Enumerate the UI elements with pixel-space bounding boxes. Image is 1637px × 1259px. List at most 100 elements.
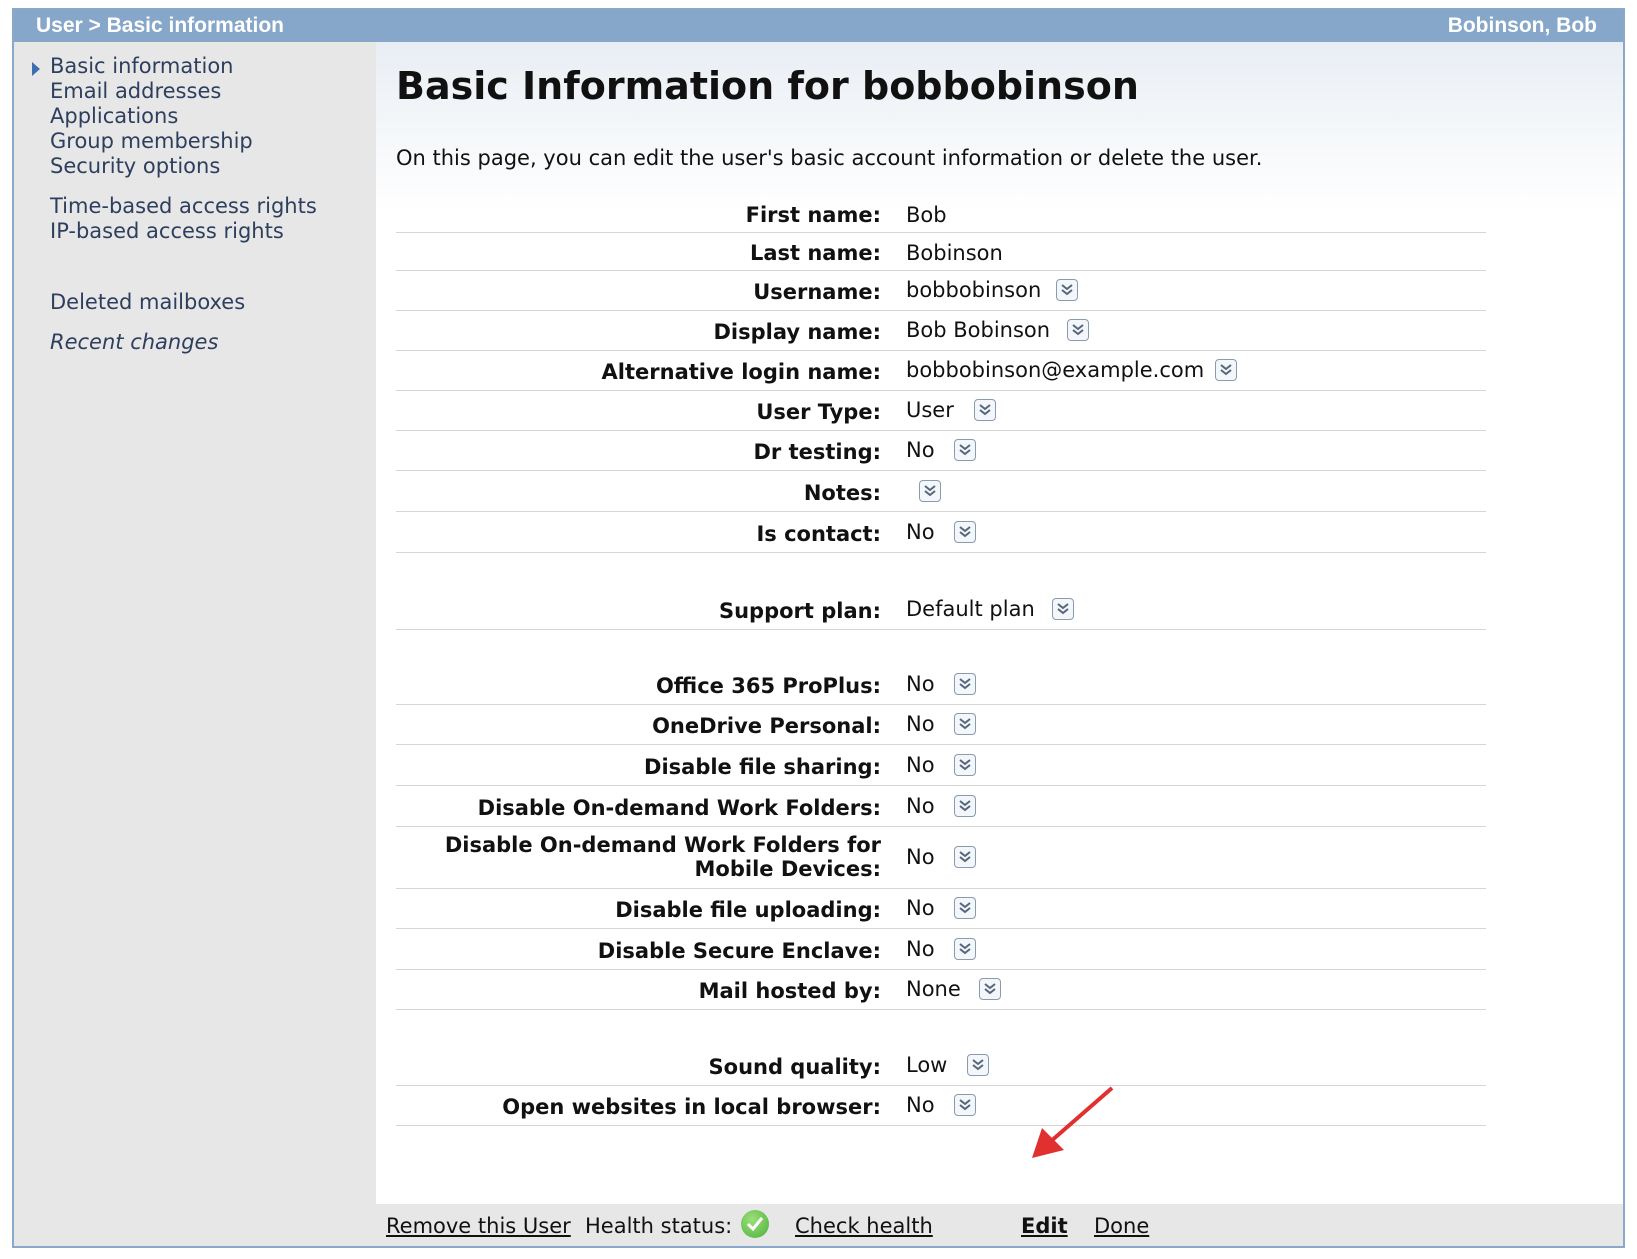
field-value: Bobinson: [906, 241, 1003, 265]
remove-user-link[interactable]: Remove this User: [386, 1214, 571, 1238]
chevron-down-icon[interactable]: [1056, 279, 1078, 301]
field-row-last-name: Last name: Bobinson: [396, 232, 1486, 271]
field-label: Alternative login name:: [601, 360, 881, 384]
field-label: Open websites in local browser:: [502, 1095, 881, 1119]
field-row-username: Username: bobbobinson: [396, 270, 1486, 311]
sidebar: Basic information Email addresses Applic…: [14, 42, 376, 1246]
field-row-open-websites-local: Open websites in local browser: No: [396, 1085, 1486, 1126]
chevron-down-icon[interactable]: [954, 1094, 976, 1116]
field-row-mail-hosted-by: Mail hosted by: None: [396, 969, 1486, 1010]
field-row-support-plan: Support plan: Default plan: [396, 552, 1486, 630]
sidebar-item-basic-information[interactable]: Basic information: [50, 54, 233, 78]
chevron-down-icon[interactable]: [979, 978, 1001, 1000]
field-value: User: [906, 398, 954, 422]
field-label: User Type:: [756, 400, 881, 424]
field-label: Sound quality:: [708, 1055, 881, 1079]
chevron-down-icon[interactable]: [954, 673, 976, 695]
field-row-display-name: Display name: Bob Bobinson: [396, 310, 1486, 351]
field-value: Bob: [906, 203, 947, 227]
health-status-label: Health status:: [585, 1214, 733, 1238]
chevron-down-icon[interactable]: [967, 1054, 989, 1076]
field-label: Dr testing:: [753, 440, 882, 464]
chevron-down-icon[interactable]: [954, 439, 976, 461]
field-value: No: [906, 1093, 935, 1117]
chevron-down-icon[interactable]: [974, 399, 996, 421]
field-row-notes: Notes:: [396, 470, 1486, 512]
field-value: No: [906, 712, 935, 736]
field-value: No: [906, 896, 935, 920]
done-link[interactable]: Done: [1094, 1214, 1149, 1238]
chevron-down-icon[interactable]: [1052, 598, 1074, 620]
breadcrumb: User > Basic information: [36, 14, 284, 37]
title-bar: User > Basic information Bobinson, Bob: [14, 10, 1623, 42]
field-row-office-365-proplus: Office 365 ProPlus: No: [396, 629, 1486, 705]
chevron-down-icon[interactable]: [954, 846, 976, 868]
field-label: Disable Secure Enclave:: [597, 939, 881, 963]
action-bar: Remove this User Health status: Check he…: [376, 1204, 1623, 1246]
chevron-down-icon[interactable]: [954, 795, 976, 817]
page-title: Basic Information for bobbobinson: [396, 64, 1139, 108]
field-label: Notes:: [803, 481, 881, 505]
field-label: Disable On-demand Work Folders:: [477, 796, 881, 820]
field-row-disable-work-folders-mobile: Disable On-demand Work Folders for Mobil…: [396, 826, 1486, 889]
sidebar-item-recent-changes[interactable]: Recent changes: [50, 330, 218, 354]
field-label: Is contact:: [756, 522, 881, 546]
chevron-down-icon[interactable]: [1067, 319, 1089, 341]
field-value: None: [906, 977, 961, 1001]
chevron-down-icon[interactable]: [954, 713, 976, 735]
field-label: Display name:: [713, 320, 881, 344]
field-row-disable-work-folders: Disable On-demand Work Folders: No: [396, 785, 1486, 827]
field-label: Disable file sharing:: [644, 755, 881, 779]
chevron-down-icon[interactable]: [954, 754, 976, 776]
field-label: Disable file uploading:: [615, 898, 881, 922]
field-label: Office 365 ProPlus:: [655, 674, 881, 698]
field-value: No: [906, 438, 935, 462]
chevron-down-icon[interactable]: [954, 938, 976, 960]
field-label: Username:: [753, 280, 881, 304]
field-value: bobbobinson@example.com: [906, 358, 1205, 382]
sidebar-item-email-addresses[interactable]: Email addresses: [50, 79, 221, 103]
chevron-down-icon[interactable]: [919, 480, 941, 502]
field-row-is-contact: Is contact: No: [396, 511, 1486, 553]
field-row-sound-quality: Sound quality: Low: [396, 1009, 1486, 1086]
field-value: No: [906, 937, 935, 961]
field-value: No: [906, 520, 935, 544]
annotation-arrow-icon: [1032, 1086, 1114, 1158]
field-value: No: [906, 794, 935, 818]
triangle-right-icon: [32, 62, 40, 76]
field-value: Default plan: [906, 597, 1035, 621]
field-row-first-name: First name: Bob: [396, 194, 1486, 233]
field-label: Disable On-demand Work Folders for Mobil…: [444, 833, 881, 881]
sidebar-item-deleted-mailboxes[interactable]: Deleted mailboxes: [50, 290, 245, 314]
current-user-name: Bobinson, Bob: [1447, 14, 1597, 37]
field-row-dr-testing: Dr testing: No: [396, 430, 1486, 471]
check-health-link[interactable]: Check health: [795, 1214, 933, 1238]
field-label: OneDrive Personal:: [652, 714, 881, 738]
chevron-down-icon[interactable]: [954, 897, 976, 919]
field-row-disable-secure-enclave: Disable Secure Enclave: No: [396, 928, 1486, 970]
field-value: No: [906, 845, 935, 869]
sidebar-item-ip-based-access[interactable]: IP-based access rights: [50, 219, 284, 243]
field-label: First name:: [745, 203, 881, 227]
main-content: Basic Information for bobbobinson On thi…: [376, 42, 1623, 1204]
field-row-alternative-login-name: Alternative login name: bobbobinson@exam…: [396, 350, 1486, 391]
app-window: User > Basic information Bobinson, Bob B…: [12, 8, 1625, 1248]
page-description: On this page, you can edit the user's ba…: [396, 146, 1263, 170]
field-label: Last name:: [749, 241, 881, 265]
sidebar-item-applications[interactable]: Applications: [50, 104, 178, 128]
field-value: Bob Bobinson: [906, 318, 1051, 342]
field-row-user-type: User Type: User: [396, 390, 1486, 431]
field-label: Mail hosted by:: [698, 979, 881, 1003]
field-value: No: [906, 672, 935, 696]
chevron-down-icon[interactable]: [954, 521, 976, 543]
edit-link[interactable]: Edit: [1021, 1214, 1068, 1238]
field-label: Support plan:: [718, 599, 881, 623]
chevron-down-icon[interactable]: [1215, 359, 1237, 381]
sidebar-item-group-membership[interactable]: Group membership: [50, 129, 253, 153]
field-row-onedrive-personal: OneDrive Personal: No: [396, 704, 1486, 745]
green-check-icon: [741, 1210, 769, 1238]
sidebar-item-security-options[interactable]: Security options: [50, 154, 220, 178]
sidebar-item-time-based-access[interactable]: Time-based access rights: [50, 194, 317, 218]
field-row-disable-file-uploading: Disable file uploading: No: [396, 888, 1486, 929]
field-value: No: [906, 753, 935, 777]
